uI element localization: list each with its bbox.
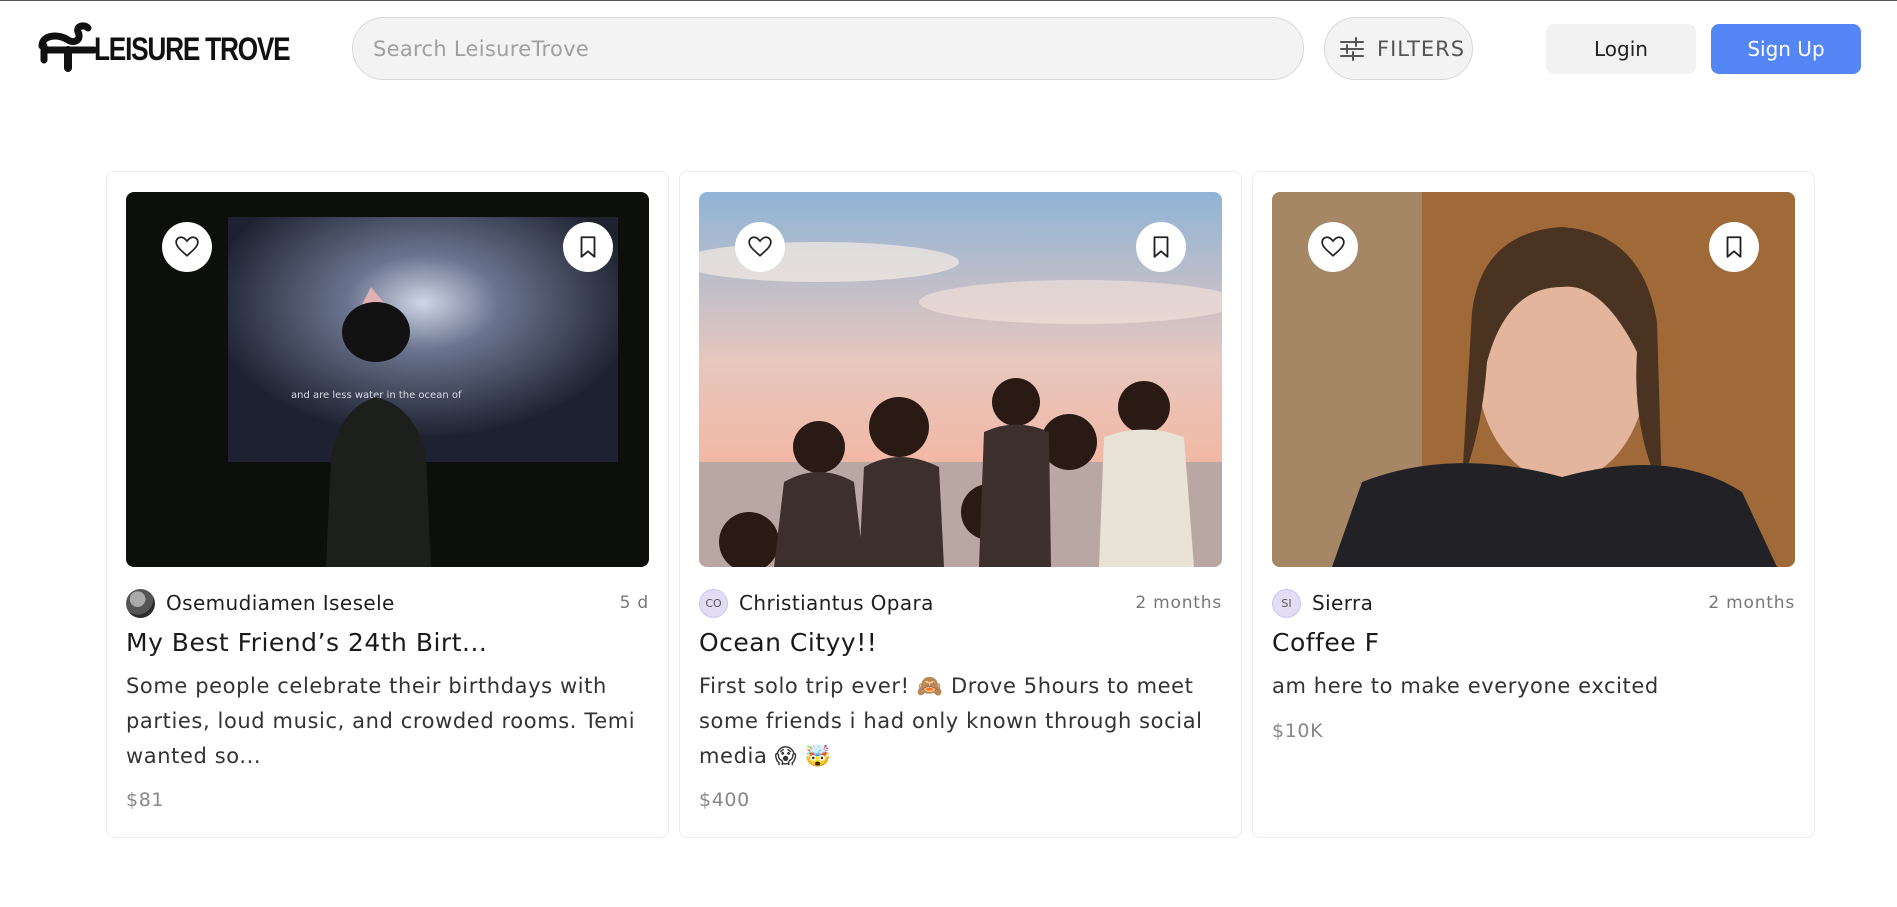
sliders-icon bbox=[1340, 36, 1364, 61]
avatar[interactable]: SI bbox=[1272, 588, 1301, 618]
post-meta: SI Sierra 2 months bbox=[1272, 588, 1795, 618]
author-name[interactable]: Osemudiamen Isesele bbox=[166, 591, 395, 615]
search-bar[interactable] bbox=[352, 17, 1304, 80]
post-description: Some people celebrate their birthdays wi… bbox=[126, 674, 636, 768]
avatar[interactable] bbox=[126, 588, 155, 618]
signup-button[interactable]: Sign Up bbox=[1711, 24, 1861, 74]
bookmark-button[interactable] bbox=[1709, 222, 1759, 272]
post-price: $10K bbox=[1272, 720, 1324, 742]
post-time: 2 months bbox=[1135, 593, 1222, 613]
like-button[interactable] bbox=[735, 222, 785, 272]
post-card[interactable]: SI Sierra 2 months Coffee F am here to m… bbox=[1252, 171, 1815, 838]
post-image[interactable] bbox=[1272, 192, 1795, 567]
post-meta: CO Christiantus Opara 2 months bbox=[699, 588, 1222, 618]
like-button[interactable] bbox=[1308, 222, 1358, 272]
like-button[interactable] bbox=[162, 222, 212, 272]
author-name[interactable]: Christiantus Opara bbox=[739, 591, 934, 615]
post-description: am here to make everyone excited bbox=[1272, 674, 1659, 698]
post-title[interactable]: Ocean Cityy!! bbox=[699, 628, 1222, 657]
post-price: $400 bbox=[699, 789, 750, 811]
filters-label: FILTERS bbox=[1377, 36, 1466, 61]
heart-icon bbox=[1321, 236, 1345, 257]
avatar[interactable]: CO bbox=[699, 588, 728, 618]
bookmark-icon bbox=[580, 236, 596, 258]
post-image[interactable] bbox=[699, 192, 1222, 567]
author-name[interactable]: Sierra bbox=[1312, 591, 1373, 615]
post-card[interactable]: and are less water in the ocean of Osemu… bbox=[106, 171, 669, 838]
login-button[interactable]: Login bbox=[1546, 24, 1696, 74]
post-time: 5 d bbox=[619, 593, 649, 613]
post-description: First solo trip ever! 🙈 Drove 5hours to … bbox=[699, 674, 1203, 768]
post-meta: Osemudiamen Isesele 5 d bbox=[126, 588, 649, 618]
bookmark-icon bbox=[1726, 236, 1742, 258]
heart-icon bbox=[175, 236, 199, 257]
post-price: $81 bbox=[126, 789, 165, 811]
logo-mark-icon bbox=[38, 22, 98, 72]
top-header: LEISURE TROVE FILTERS Login Sign Up bbox=[0, 0, 1897, 97]
bookmark-icon bbox=[1153, 236, 1169, 258]
post-time: 2 months bbox=[1708, 593, 1795, 613]
bookmark-button[interactable] bbox=[563, 222, 613, 272]
heart-icon bbox=[748, 236, 772, 257]
search-input[interactable] bbox=[373, 36, 1303, 61]
post-card[interactable]: CO Christiantus Opara 2 months Ocean Cit… bbox=[679, 171, 1242, 838]
logo-text: LEISURE TROVE bbox=[94, 30, 291, 67]
post-image[interactable]: and are less water in the ocean of bbox=[126, 192, 649, 567]
post-title[interactable]: My Best Friend’s 24th Birt... bbox=[126, 628, 649, 657]
post-title[interactable]: Coffee F bbox=[1272, 628, 1795, 657]
bookmark-button[interactable] bbox=[1136, 222, 1186, 272]
logo[interactable]: LEISURE TROVE bbox=[38, 16, 332, 72]
filters-button[interactable]: FILTERS bbox=[1324, 17, 1473, 80]
